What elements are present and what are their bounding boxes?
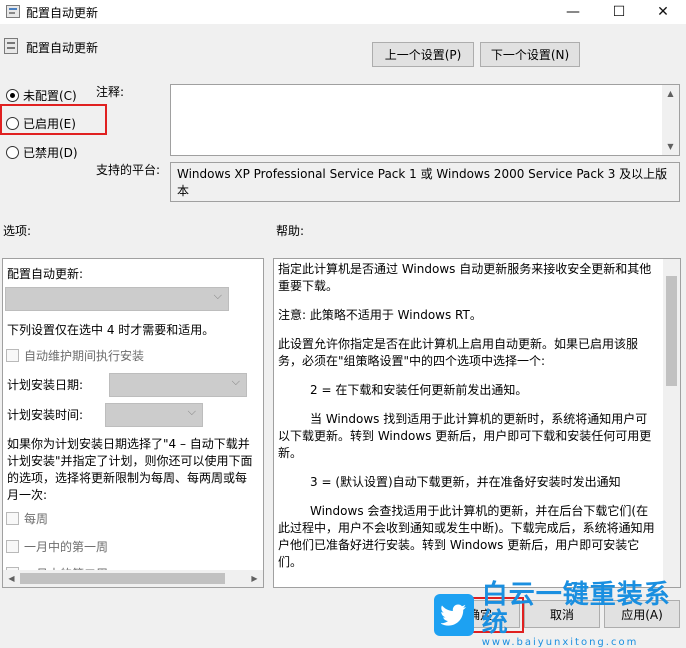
options-horizontal-scrollbar[interactable]: ◀ ▶	[3, 570, 263, 587]
comment-label: 注释:	[96, 85, 125, 99]
help-scrollbar[interactable]	[663, 259, 680, 587]
options-panel: 配置自动更新: 下列设置仅在选中 4 时才需要和适用。 自动维护期间执行安装 计…	[2, 258, 264, 588]
radio-not-configured[interactable]: 未配置(C)	[6, 87, 77, 104]
radio-disabled[interactable]: 已禁用(D)	[6, 144, 78, 161]
help-paragraph: 指定此计算机是否通过 Windows 自动更新服务来接收安全更新和其他重要下载。	[278, 262, 652, 293]
watermark: 白云一键重装系统 www.baiyunxitong.com	[428, 581, 686, 648]
previous-setting-button[interactable]: 上一个设置(P)	[372, 42, 474, 67]
checkbox-icon	[6, 512, 19, 525]
configure-updates-label: 配置自动更新:	[7, 267, 84, 281]
help-paragraph: 注意: 此策略不适用于 Windows RT。	[278, 308, 482, 322]
checkbox-label: 自动维护期间执行安装	[24, 349, 145, 363]
help-panel: 指定此计算机是否通过 Windows 自动更新服务来接收安全更新和其他重要下载。…	[273, 258, 681, 588]
help-section-label: 帮助:	[276, 224, 305, 238]
schedule-time-label: 计划安装时间:	[7, 408, 84, 422]
close-button[interactable]: ✕	[640, 0, 686, 24]
schedule-day-label: 计划安装日期:	[7, 378, 84, 392]
checkbox-label: 一月中的第一周	[24, 540, 109, 554]
help-paragraph: Windows 会查找适用于此计算机的更新，并在后台下载它们(在此过程中，用户不…	[278, 504, 655, 569]
maintenance-install-checkbox[interactable]: 自动维护期间执行安装	[6, 347, 144, 364]
watermark-title: 白云一键重装系统	[481, 580, 671, 638]
option4-note: 下列设置仅在选中 4 时才需要和适用。	[7, 323, 215, 337]
scroll-thumb[interactable]	[666, 276, 677, 386]
help-paragraph: 2 = 在下载和安装任何更新前发出通知。	[310, 383, 528, 397]
help-paragraph: 3 = (默认设置)自动下载更新，并在准备好安装时发出通知	[310, 475, 621, 489]
next-setting-button[interactable]: 下一个设置(N)	[480, 42, 580, 67]
title-bar: 配置自动更新 — ☐ ✕	[0, 0, 686, 24]
policy-setting-icon	[4, 38, 18, 54]
help-paragraph: 此设置允许你指定是否在此计算机上启用自动更新。如果已启用该服务，必须在"组策略设…	[278, 337, 639, 368]
checkbox-icon	[6, 540, 19, 553]
comment-scrollbar[interactable]: ▲ ▼	[662, 85, 679, 155]
policy-name: 配置自动更新	[26, 41, 99, 55]
weekly-checkbox[interactable]: 每周	[6, 510, 48, 527]
radio-selected-icon	[6, 89, 19, 102]
maximize-button[interactable]: ☐	[596, 0, 642, 24]
window-title: 配置自动更新	[26, 6, 99, 20]
checkbox-label: 每周	[24, 512, 49, 526]
scroll-thumb[interactable]	[20, 573, 225, 584]
radio-label: 未配置(C)	[23, 89, 77, 103]
first-week-checkbox[interactable]: 一月中的第一周	[6, 538, 108, 555]
scroll-right-icon[interactable]: ▶	[246, 570, 263, 587]
minimize-button[interactable]: —	[550, 0, 596, 24]
radio-label: 已禁用(D)	[23, 146, 78, 160]
schedule-time-combo[interactable]	[105, 403, 203, 427]
platform-label: 支持的平台:	[96, 163, 161, 177]
bird-icon-svg	[440, 604, 466, 626]
configure-updates-combo[interactable]	[5, 287, 229, 311]
help-paragraph: 当 Windows 找到适用于此计算机的更新时，系统将通知用户可以下载更新。转到…	[278, 412, 652, 460]
comment-textarea[interactable]: ▲ ▼	[170, 84, 680, 156]
watermark-url: www.baiyunxitong.com	[481, 637, 639, 648]
policy-app-icon	[6, 5, 20, 18]
enabled-highlight-box	[0, 104, 107, 135]
options-section-label: 选项:	[3, 224, 32, 238]
checkbox-icon	[6, 349, 19, 362]
schedule-day-combo[interactable]	[109, 373, 247, 397]
bird-icon	[434, 593, 474, 636]
scroll-up-icon[interactable]: ▲	[662, 85, 679, 102]
help-text: 指定此计算机是否通过 Windows 自动更新服务来接收安全更新和其他重要下载。…	[278, 261, 658, 583]
radio-unselected-icon	[6, 146, 19, 159]
scroll-left-icon[interactable]: ◀	[3, 570, 20, 587]
platform-value: Windows XP Professional Service Pack 1 或…	[170, 162, 680, 202]
schedule-paragraph: 如果你为计划安装日期选择了"4 – 自动下载并计划安装"并指定了计划，则你还可以…	[7, 437, 253, 502]
scroll-down-icon[interactable]: ▼	[662, 138, 679, 155]
